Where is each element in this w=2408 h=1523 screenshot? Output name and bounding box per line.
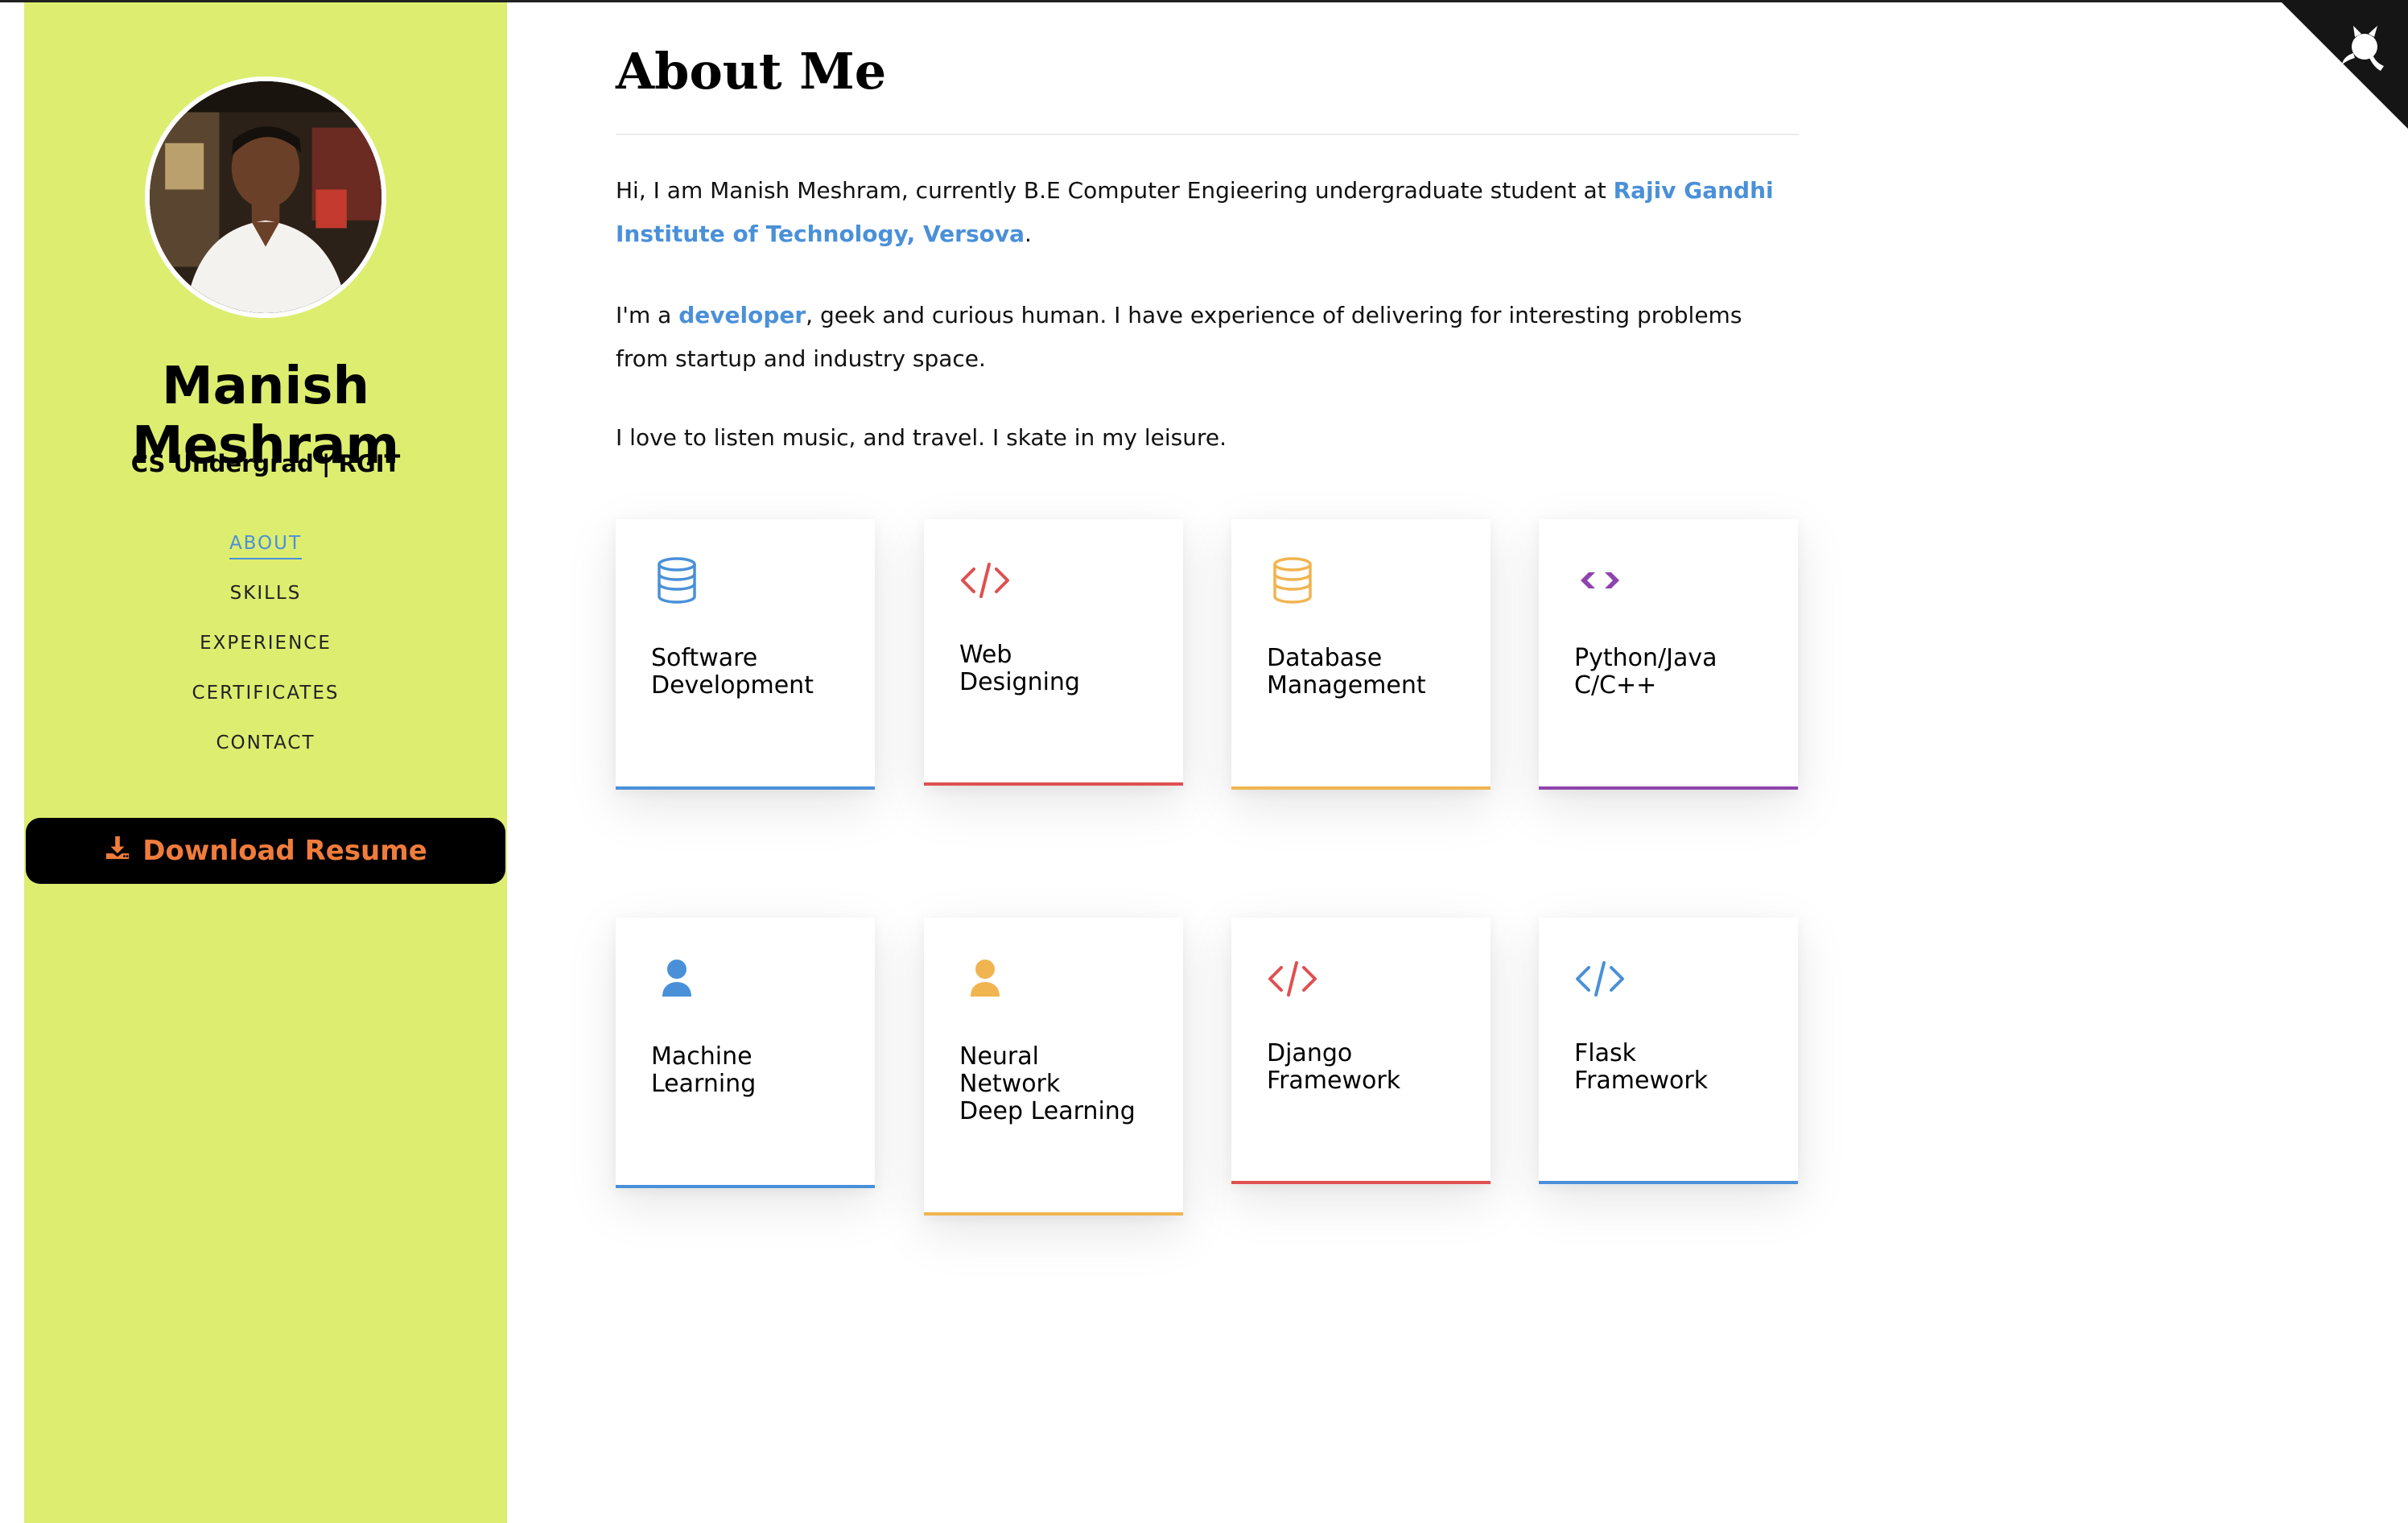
github-corner-link[interactable] bbox=[2279, 0, 2408, 129]
code-icon bbox=[959, 555, 1011, 606]
skill-card-software-development: Software Development bbox=[616, 519, 875, 790]
avatar bbox=[145, 76, 386, 318]
skill-label: Django Framework bbox=[1267, 1040, 1476, 1095]
card-accent-bar bbox=[1231, 1181, 1491, 1184]
skill-label: Database Management bbox=[1267, 645, 1476, 700]
nav-item-about[interactable]: ABOUT bbox=[24, 526, 507, 576]
github-octocat-icon bbox=[2279, 0, 2408, 129]
profile-subtitle: CS Undergrad | RGIT bbox=[130, 450, 401, 477]
about-p2-start: I'm a bbox=[616, 302, 679, 328]
card-accent-bar bbox=[924, 782, 1183, 786]
about-paragraph-3: I love to listen music, and travel. I sk… bbox=[616, 424, 1227, 451]
skill-line: C/C++ bbox=[1574, 671, 1657, 700]
skill-label: Flask Framework bbox=[1574, 1040, 1783, 1095]
nav-item-certificates-label: CERTIFICATES bbox=[192, 683, 340, 704]
skill-line: Flask bbox=[1574, 1039, 1636, 1067]
skill-card-flask-framework: Flask Framework bbox=[1539, 918, 1798, 1184]
user-icon bbox=[651, 953, 703, 1005]
skill-line: Designing bbox=[959, 668, 1080, 696]
nav-item-skills[interactable]: SKILLS bbox=[24, 576, 507, 625]
skill-line: Neural bbox=[959, 1042, 1039, 1071]
nav-item-contact-label: CONTACT bbox=[216, 733, 315, 753]
database-icon bbox=[651, 555, 703, 606]
skill-line: Development bbox=[651, 671, 814, 700]
skill-line: Database bbox=[1267, 644, 1383, 672]
nav-item-certificates[interactable]: CERTIFICATES bbox=[24, 675, 507, 725]
about-paragraph-2: I'm a developer, geek and curious human.… bbox=[616, 294, 1799, 381]
nav-item-skills-label: SKILLS bbox=[229, 583, 302, 604]
developer-link[interactable]: developer bbox=[678, 302, 806, 328]
card-accent-bar bbox=[1539, 786, 1798, 790]
user-icon bbox=[959, 953, 1011, 1005]
sidebar-nav: ABOUT SKILLS EXPERIENCE CERTIFICATES CON… bbox=[24, 526, 507, 775]
card-accent-bar bbox=[1231, 786, 1491, 790]
skill-card-machine-learning: Machine Learning bbox=[616, 918, 875, 1188]
code-icon bbox=[1267, 953, 1318, 1005]
card-accent-bar bbox=[616, 786, 875, 790]
diamond-code-icon bbox=[1574, 555, 1626, 606]
skill-card-web-designing: Web Designing bbox=[924, 519, 1183, 786]
nav-item-experience[interactable]: EXPERIENCE bbox=[24, 625, 507, 675]
download-resume-button[interactable]: Download Resume bbox=[26, 818, 505, 884]
skill-card-neural-network: Neural Network Deep Learning bbox=[924, 918, 1183, 1216]
skill-line: Management bbox=[1267, 671, 1426, 700]
skill-line: Machine bbox=[651, 1042, 752, 1071]
code-icon bbox=[1574, 953, 1626, 1005]
skill-card-django-framework: Django Framework bbox=[1231, 918, 1491, 1184]
about-paragraph-1: Hi, I am Manish Meshram, currently B.E C… bbox=[616, 169, 1799, 256]
skill-label: Machine Learning bbox=[651, 1043, 860, 1098]
skill-label: Software Development bbox=[651, 645, 860, 700]
skill-line: Python/Java bbox=[1574, 644, 1717, 672]
page-title: About Me bbox=[616, 42, 887, 101]
skill-line: Django bbox=[1267, 1039, 1353, 1067]
skill-line: Deep Learning bbox=[959, 1097, 1136, 1125]
nav-item-contact[interactable]: CONTACT bbox=[24, 725, 507, 775]
skill-line: Web bbox=[959, 641, 1012, 669]
card-accent-bar bbox=[1539, 1181, 1798, 1184]
skill-line: Framework bbox=[1267, 1067, 1401, 1095]
title-divider bbox=[616, 134, 1799, 135]
skill-card-python-java: Python/Java C/C++ bbox=[1539, 519, 1798, 790]
skill-line: Network bbox=[959, 1070, 1061, 1098]
sidebar: Manish Meshram CS Undergrad | RGIT ABOUT… bbox=[24, 2, 507, 1523]
skill-label: Web Designing bbox=[959, 642, 1169, 696]
database-icon bbox=[1267, 555, 1318, 606]
card-accent-bar bbox=[616, 1185, 875, 1188]
skill-line: Framework bbox=[1574, 1067, 1709, 1095]
skill-line: Learning bbox=[651, 1070, 757, 1098]
about-p1-end: . bbox=[1025, 221, 1032, 247]
profile-photo bbox=[150, 81, 381, 313]
nav-item-experience-label: EXPERIENCE bbox=[200, 633, 332, 654]
download-icon bbox=[104, 834, 131, 869]
about-p1-text: Hi, I am Manish Meshram, currently B.E C… bbox=[616, 177, 1614, 204]
skill-label: Neural Network Deep Learning bbox=[959, 1043, 1169, 1125]
download-resume-label: Download Resume bbox=[142, 835, 427, 867]
nav-item-about-label: ABOUT bbox=[229, 529, 303, 559]
skill-label: Python/Java C/C++ bbox=[1574, 645, 1783, 700]
skill-card-database-management: Database Management bbox=[1231, 519, 1491, 790]
skill-line: Software bbox=[651, 644, 758, 672]
card-accent-bar bbox=[924, 1212, 1183, 1216]
